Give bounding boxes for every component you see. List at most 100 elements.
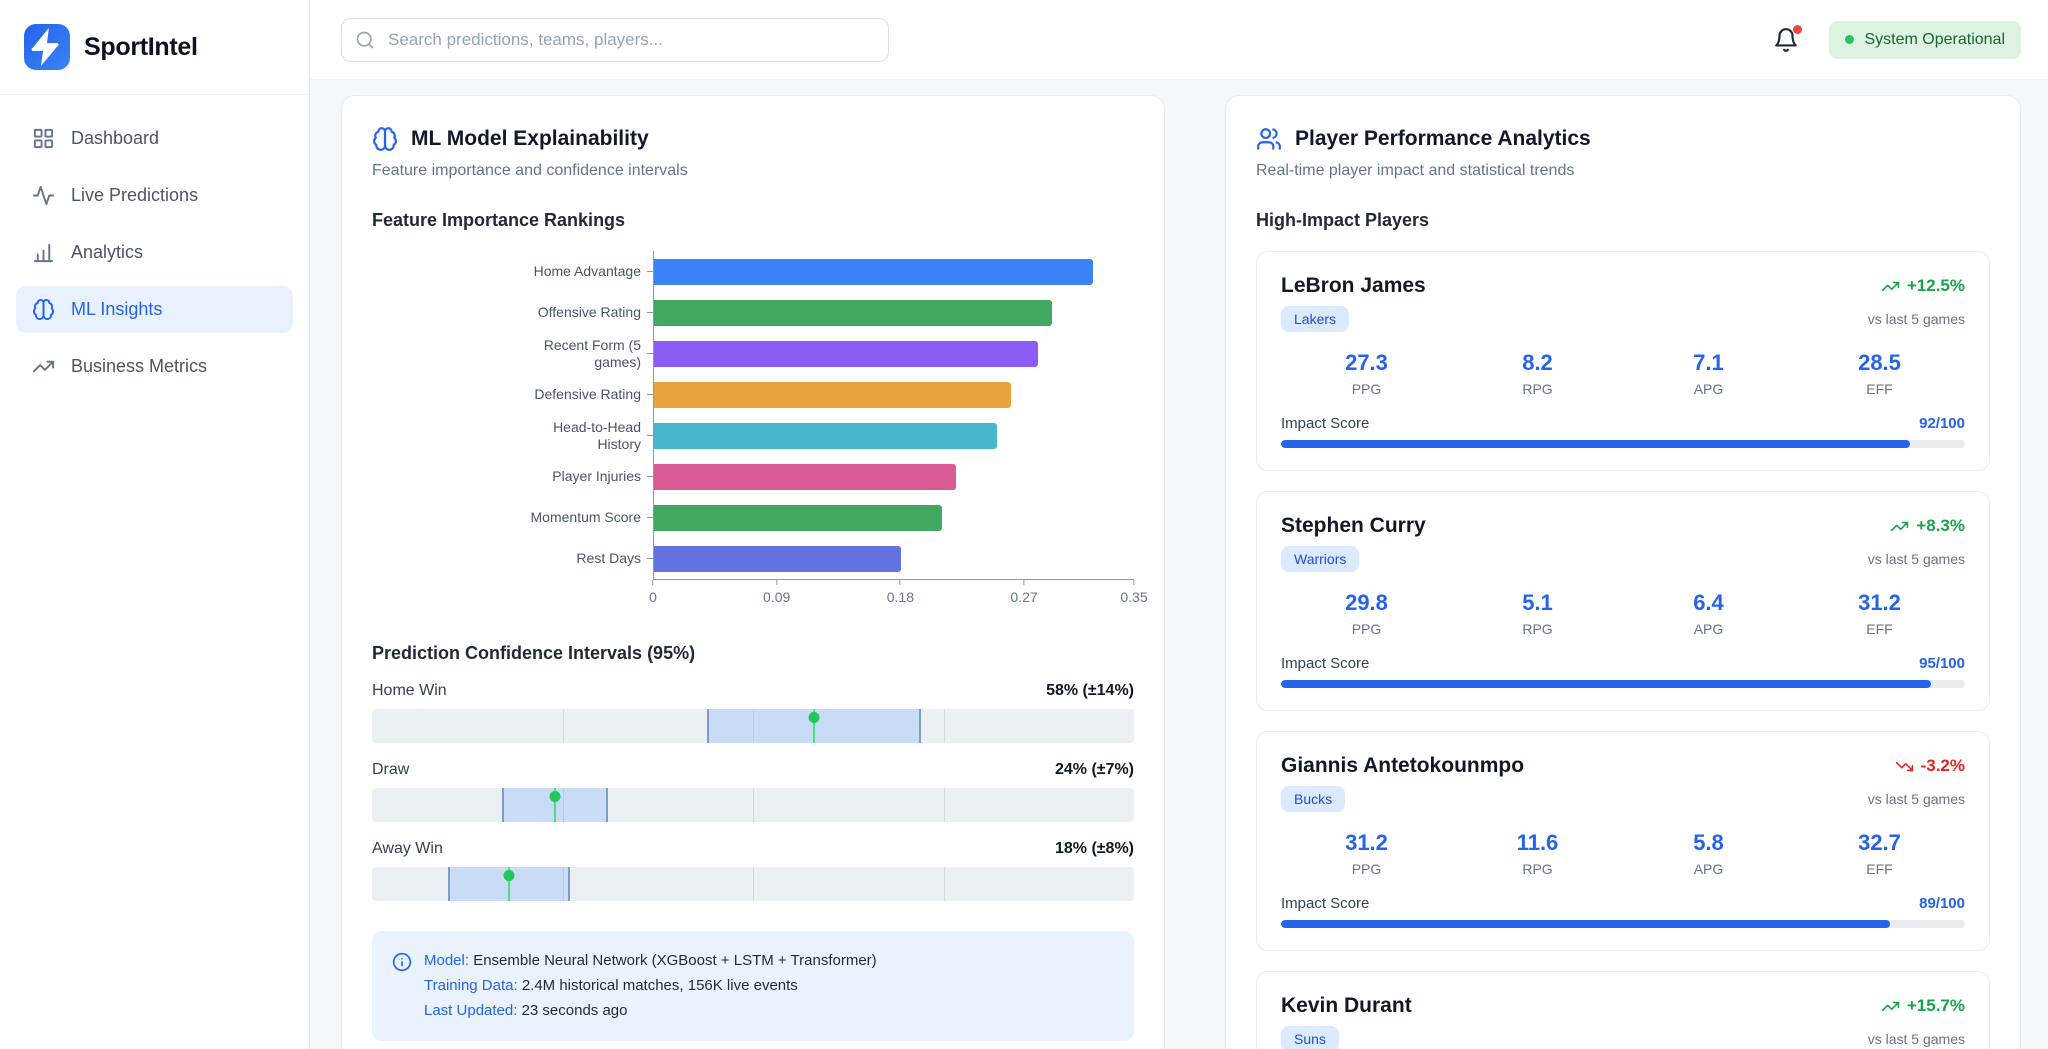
x-axis-tick-mark: [900, 580, 901, 585]
search-box: [341, 18, 889, 62]
search-icon: [355, 30, 375, 50]
sidebar-item-analytics[interactable]: Analytics: [16, 229, 293, 276]
chart-bar: [654, 341, 1038, 367]
confidence-interval-row: Home Win 58% (±14%): [372, 682, 1134, 743]
stat-label: PPG: [1281, 861, 1452, 877]
ci-gridline-75: [944, 867, 945, 901]
stat-value: 28.5: [1794, 350, 1965, 376]
chart-bar-row: Recent Form (5 games): [522, 333, 1134, 374]
player-name: Giannis Antetokounmpo: [1281, 754, 1524, 778]
stat-value: 5.1: [1452, 590, 1623, 616]
brain-icon: [372, 126, 398, 152]
player-stat: 32.7 EFF: [1794, 830, 1965, 877]
ci-track: [372, 867, 1134, 901]
ci-outcome-label: Away Win: [372, 840, 443, 858]
main-area: System Operational ML Model Explainabili…: [310, 0, 2048, 1049]
trending-down-icon: [1895, 757, 1914, 776]
feature-importance-chart: Home Advantage Offensive Rating Recent F…: [522, 251, 1134, 609]
sidebar-item-live-predictions[interactable]: Live Predictions: [16, 172, 293, 219]
chart-bar: [654, 546, 901, 572]
ci-gridline-25: [563, 709, 564, 743]
player-stats: 29.8 PPG 5.1 RPG 6.4 APG 31.2 EFF: [1281, 590, 1965, 637]
x-axis-tick-label: 0: [649, 589, 657, 605]
ml-explainability-card: ML Model Explainability Feature importan…: [341, 95, 1165, 1049]
trend-caption: vs last 5 games: [1868, 311, 1965, 327]
ci-value-label: 24% (±7%): [1055, 761, 1134, 779]
ml-card-header: ML Model Explainability: [372, 126, 1134, 152]
stat-label: PPG: [1281, 621, 1452, 637]
confidence-intervals: Home Win 58% (±14%) Draw 24% (±7%) Away …: [372, 682, 1134, 901]
player-stat: 28.5 EFF: [1794, 350, 1965, 397]
impact-progress-bar: [1281, 920, 1965, 928]
ci-header: Away Win 18% (±8%): [372, 840, 1134, 858]
training-data-label: Training Data:: [424, 977, 518, 994]
bar-chart-icon: [32, 241, 55, 264]
brain-icon: [32, 298, 55, 321]
model-info-updated-line: Last Updated: 23 seconds ago: [424, 999, 877, 1024]
impact-progress-fill: [1281, 440, 1910, 448]
impact-progress-fill: [1281, 920, 1890, 928]
last-updated-label: Last Updated:: [424, 1002, 517, 1019]
trending-up-icon: [1890, 517, 1909, 536]
last-updated-value: 23 seconds ago: [522, 1002, 628, 1019]
activity-icon: [32, 184, 55, 207]
sidebar-item-business-metrics[interactable]: Business Metrics: [16, 343, 293, 390]
high-impact-players-title: High-Impact Players: [1256, 210, 1990, 231]
status-dot-icon: [1845, 35, 1854, 44]
x-axis-tick: 0.09: [763, 580, 790, 605]
topbar-actions: System Operational: [1773, 21, 2021, 59]
stat-value: 6.4: [1623, 590, 1794, 616]
chart-bar-area: [653, 374, 1134, 415]
sidebar-item-ml-insights[interactable]: ML Insights: [16, 286, 293, 333]
chart-rows: Home Advantage Offensive Rating Recent F…: [522, 251, 1134, 579]
players-card-subtitle: Real-time player impact and statistical …: [1256, 162, 1990, 180]
impact-progress-bar: [1281, 680, 1965, 688]
player-trend: +15.7%: [1881, 996, 1965, 1016]
stat-value: 27.3: [1281, 350, 1452, 376]
player-card: Giannis Antetokounmpo -3.2% Bucks vs las…: [1256, 731, 1990, 951]
stat-label: PPG: [1281, 381, 1452, 397]
confidence-intervals-title: Prediction Confidence Intervals (95%): [372, 643, 1134, 664]
search-input[interactable]: [341, 18, 889, 62]
sidebar-item-dashboard[interactable]: Dashboard: [16, 115, 293, 162]
chart-bar-row: Home Advantage: [522, 251, 1134, 292]
confidence-interval-row: Away Win 18% (±8%): [372, 840, 1134, 901]
stat-label: EFF: [1794, 621, 1965, 637]
ci-gridline-75: [944, 709, 945, 743]
player-trend-value: +15.7%: [1907, 996, 1965, 1016]
model-value: Ensemble Neural Network (XGBoost + LSTM …: [473, 952, 876, 969]
stat-value: 11.6: [1452, 830, 1623, 856]
stat-value: 31.2: [1281, 830, 1452, 856]
ml-card-title: ML Model Explainability: [411, 127, 649, 151]
model-info-lines: Model: Ensemble Neural Network (XGBoost …: [424, 949, 877, 1023]
player-trend-value: -3.2%: [1921, 756, 1965, 776]
chart-bar: [654, 382, 1011, 408]
x-axis-tick: 0: [649, 580, 657, 605]
notifications-button[interactable]: [1773, 27, 1799, 53]
x-axis-tick-mark: [652, 580, 653, 585]
player-name: Stephen Curry: [1281, 514, 1426, 538]
stat-label: EFF: [1794, 861, 1965, 877]
ci-mean-marker: [508, 867, 510, 901]
x-axis-tick: 0.35: [1120, 580, 1147, 605]
chart-category-label: Player Injuries: [522, 468, 647, 485]
brand[interactable]: SportIntel: [0, 0, 309, 95]
ci-header: Draw 24% (±7%): [372, 761, 1134, 779]
player-trend-value: +8.3%: [1916, 516, 1965, 536]
chart-category-label: Momentum Score: [522, 509, 647, 526]
ci-mean-marker: [813, 709, 815, 743]
player-stat: 31.2 PPG: [1281, 830, 1452, 877]
x-axis-tick-mark: [776, 580, 777, 585]
stat-value: 29.8: [1281, 590, 1452, 616]
sidebar: SportIntel Dashboard Live Predictions An…: [0, 0, 310, 1049]
ci-gridline-50: [753, 788, 754, 822]
x-axis-tick-label: 0.09: [763, 589, 790, 605]
player-stat: 31.2 EFF: [1794, 590, 1965, 637]
stat-label: APG: [1623, 861, 1794, 877]
impact-score-value: 92/100: [1919, 415, 1965, 432]
player-stat: 5.8 APG: [1623, 830, 1794, 877]
player-team-badge: Lakers: [1281, 306, 1349, 332]
stat-label: APG: [1623, 621, 1794, 637]
chart-bar-row: Defensive Rating: [522, 374, 1134, 415]
model-info-training-line: Training Data: 2.4M historical matches, …: [424, 974, 877, 999]
